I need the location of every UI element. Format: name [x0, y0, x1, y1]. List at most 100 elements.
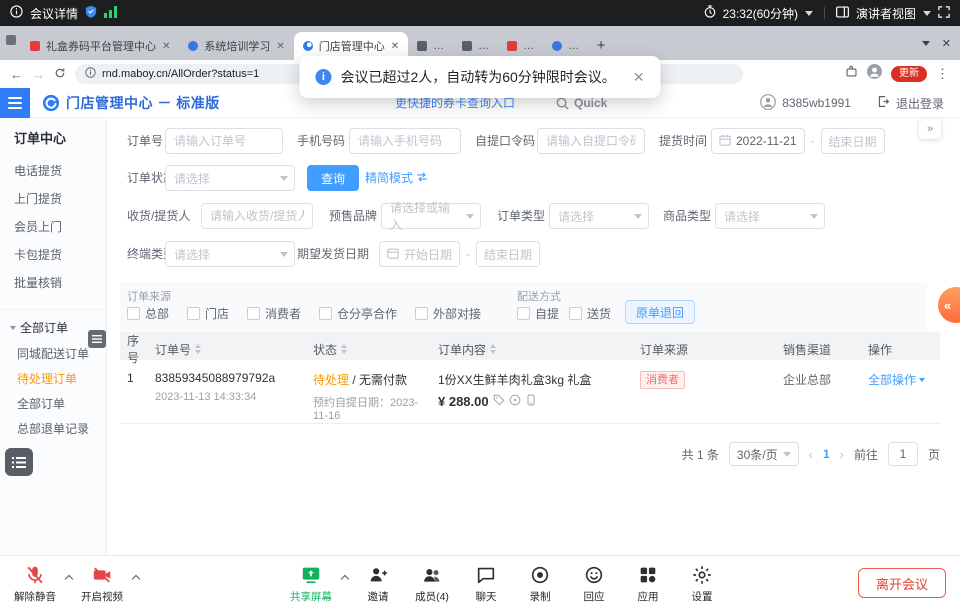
tab-label: … — [433, 40, 444, 52]
tab-close-icon[interactable]: ✕ — [162, 41, 170, 52]
sidebar-title: 订单中心 — [0, 118, 106, 157]
order-status-select[interactable]: 请选择 — [165, 165, 295, 191]
invite-button[interactable]: 邀请 — [351, 563, 405, 604]
pickup-start-date[interactable]: 2022-11-21 — [711, 128, 805, 154]
simple-mode-label: 精简模式 — [365, 165, 413, 191]
sort-icon[interactable] — [490, 344, 496, 354]
network-signal-icon[interactable] — [104, 6, 117, 21]
leave-meeting-button[interactable]: 离开会议 — [858, 568, 946, 598]
sidebar-item-hq-refund-records[interactable]: 总部退单记录 — [0, 417, 106, 442]
sort-icon[interactable] — [341, 344, 347, 354]
new-tab-button[interactable]: + — [590, 34, 612, 56]
sidebar-item-pending-orders[interactable]: 待处理订单 — [0, 367, 106, 392]
sidebar-item-phone-pickup[interactable]: 电话提货 — [0, 157, 106, 185]
timer-caret-icon[interactable] — [805, 11, 813, 16]
filter-collapse-button[interactable]: » — [919, 119, 941, 139]
column-header-status[interactable]: 状态 — [313, 341, 438, 358]
column-header-order-no[interactable]: 订单号 — [155, 341, 313, 358]
pickup-code-input[interactable] — [537, 128, 645, 154]
checkbox-delivery-pickup[interactable]: 自提 — [517, 305, 559, 322]
reaction-button[interactable]: 回应 — [567, 563, 621, 604]
page-unit-label: 页 — [928, 446, 940, 463]
checkbox-source-consumer[interactable]: 消费者 — [247, 305, 301, 322]
all-actions-dropdown[interactable]: 全部操作 — [868, 371, 934, 388]
sidebar-item-door-pickup[interactable]: 上门提货 — [0, 185, 106, 213]
record-button[interactable]: 录制 — [513, 563, 567, 604]
share-screen-button[interactable]: 共享屏幕 — [284, 563, 338, 604]
page-size-select[interactable]: 30条/页 — [729, 442, 799, 466]
window-close-icon[interactable]: ✕ — [942, 37, 951, 50]
share-options-caret[interactable] — [338, 563, 351, 604]
forward-icon[interactable]: → — [32, 67, 45, 82]
ship-end-date[interactable]: 结束日期 — [476, 241, 540, 267]
prev-page-button[interactable]: ‹ — [809, 447, 813, 462]
terminal-select[interactable]: 请选择 — [165, 241, 295, 267]
browser-tab-2[interactable]: 系统培训学习 ✕ — [179, 32, 293, 60]
goods-type-select[interactable]: 请选择 — [715, 203, 825, 229]
checkbox-source-coop[interactable]: 仓分亭合作 — [319, 305, 397, 322]
tab-list-caret-icon[interactable] — [922, 41, 930, 46]
pickup-end-date[interactable]: 结束日期 — [821, 128, 885, 154]
tab-close-icon[interactable]: ✕ — [391, 41, 399, 52]
back-icon[interactable]: ← — [10, 67, 23, 82]
current-page[interactable]: 1 — [823, 447, 830, 461]
simple-mode-link[interactable]: 精简模式 — [365, 165, 428, 191]
tab-favicon — [30, 41, 40, 51]
sidebar-collapse-handle[interactable] — [88, 330, 106, 348]
browser-menu-icon[interactable]: ⋮ — [936, 66, 950, 82]
column-header-action: 操作 — [868, 341, 940, 358]
fullscreen-icon[interactable] — [938, 6, 950, 21]
checkbox-source-hq[interactable]: 总部 — [127, 305, 169, 322]
view-caret-icon[interactable] — [923, 11, 931, 16]
ship-end-placeholder: 结束日期 — [484, 246, 532, 263]
mute-button[interactable]: 解除静音 — [8, 563, 62, 604]
phone-input[interactable] — [349, 128, 461, 154]
order-no[interactable]: 83859345088979792a — [155, 371, 307, 385]
divider — [824, 7, 825, 19]
view-mode-label[interactable]: 演讲者视图 — [856, 5, 916, 22]
browser-tab-1[interactable]: 礼盒券码平台管理中心 ✕ — [21, 32, 179, 60]
video-options-caret[interactable] — [129, 563, 142, 604]
browser-profile-avatar[interactable] — [867, 64, 882, 84]
extensions-icon[interactable] — [845, 65, 858, 83]
sidebar-item-card-pickup[interactable]: 卡包提货 — [0, 241, 106, 269]
username: 8385wb1991 — [782, 96, 851, 110]
receiver-input[interactable] — [201, 203, 313, 229]
sidebar-item-member-visit[interactable]: 会员上门 — [0, 213, 106, 241]
next-page-button[interactable]: › — [840, 447, 844, 462]
chat-button[interactable]: 聊天 — [459, 563, 513, 604]
site-info-icon[interactable] — [85, 67, 96, 81]
browser-update-button[interactable]: 更新 — [891, 66, 927, 82]
original-order-return-button[interactable]: 原单退回 — [625, 300, 695, 324]
filter-label-pickup-time: 提货时间 — [659, 128, 707, 154]
checkbox-delivery-ship[interactable]: 送货 — [569, 305, 611, 322]
goto-page-input[interactable] — [888, 442, 918, 466]
search-button[interactable]: 查询 — [307, 165, 359, 191]
order-no-input[interactable] — [165, 128, 283, 154]
brand-select[interactable]: 请选择或输入 — [381, 203, 481, 229]
cell-status: 待处理 / 无需付款 预约自提日期：2023-11-16 — [313, 360, 438, 423]
video-button[interactable]: 开启视频 — [75, 563, 129, 604]
settings-button[interactable]: 设置 — [675, 563, 729, 604]
checkbox-source-external[interactable]: 外部对接 — [415, 305, 481, 322]
mic-options-caret[interactable] — [62, 563, 75, 604]
floating-list-widget[interactable] — [5, 448, 33, 476]
tab-close-icon[interactable]: ✕ — [276, 41, 284, 52]
logout-button[interactable]: 退出登录 — [896, 95, 944, 112]
sidebar-item-batch-verify[interactable]: 批量核销 — [0, 269, 106, 297]
apps-button[interactable]: 应用 — [621, 563, 675, 604]
members-button[interactable]: 成员(4) — [405, 563, 459, 604]
refresh-icon[interactable] — [54, 67, 66, 82]
column-header-content[interactable]: 订单内容 — [438, 341, 640, 358]
meeting-info-icon[interactable] — [10, 5, 23, 21]
notification-close-icon[interactable]: ✕ — [633, 69, 645, 86]
search-icon[interactable] — [556, 97, 569, 115]
sort-icon[interactable] — [195, 344, 201, 354]
menu-toggle-button[interactable] — [0, 88, 30, 118]
security-shield-icon[interactable] — [85, 5, 97, 21]
checkbox-source-store[interactable]: 门店 — [187, 305, 229, 322]
order-type-select[interactable]: 请选择 — [549, 203, 649, 229]
sidebar-item-all-orders[interactable]: 全部订单 — [0, 392, 106, 417]
ship-start-date[interactable]: 开始日期 — [379, 241, 460, 267]
workspace-icon[interactable] — [6, 32, 16, 50]
